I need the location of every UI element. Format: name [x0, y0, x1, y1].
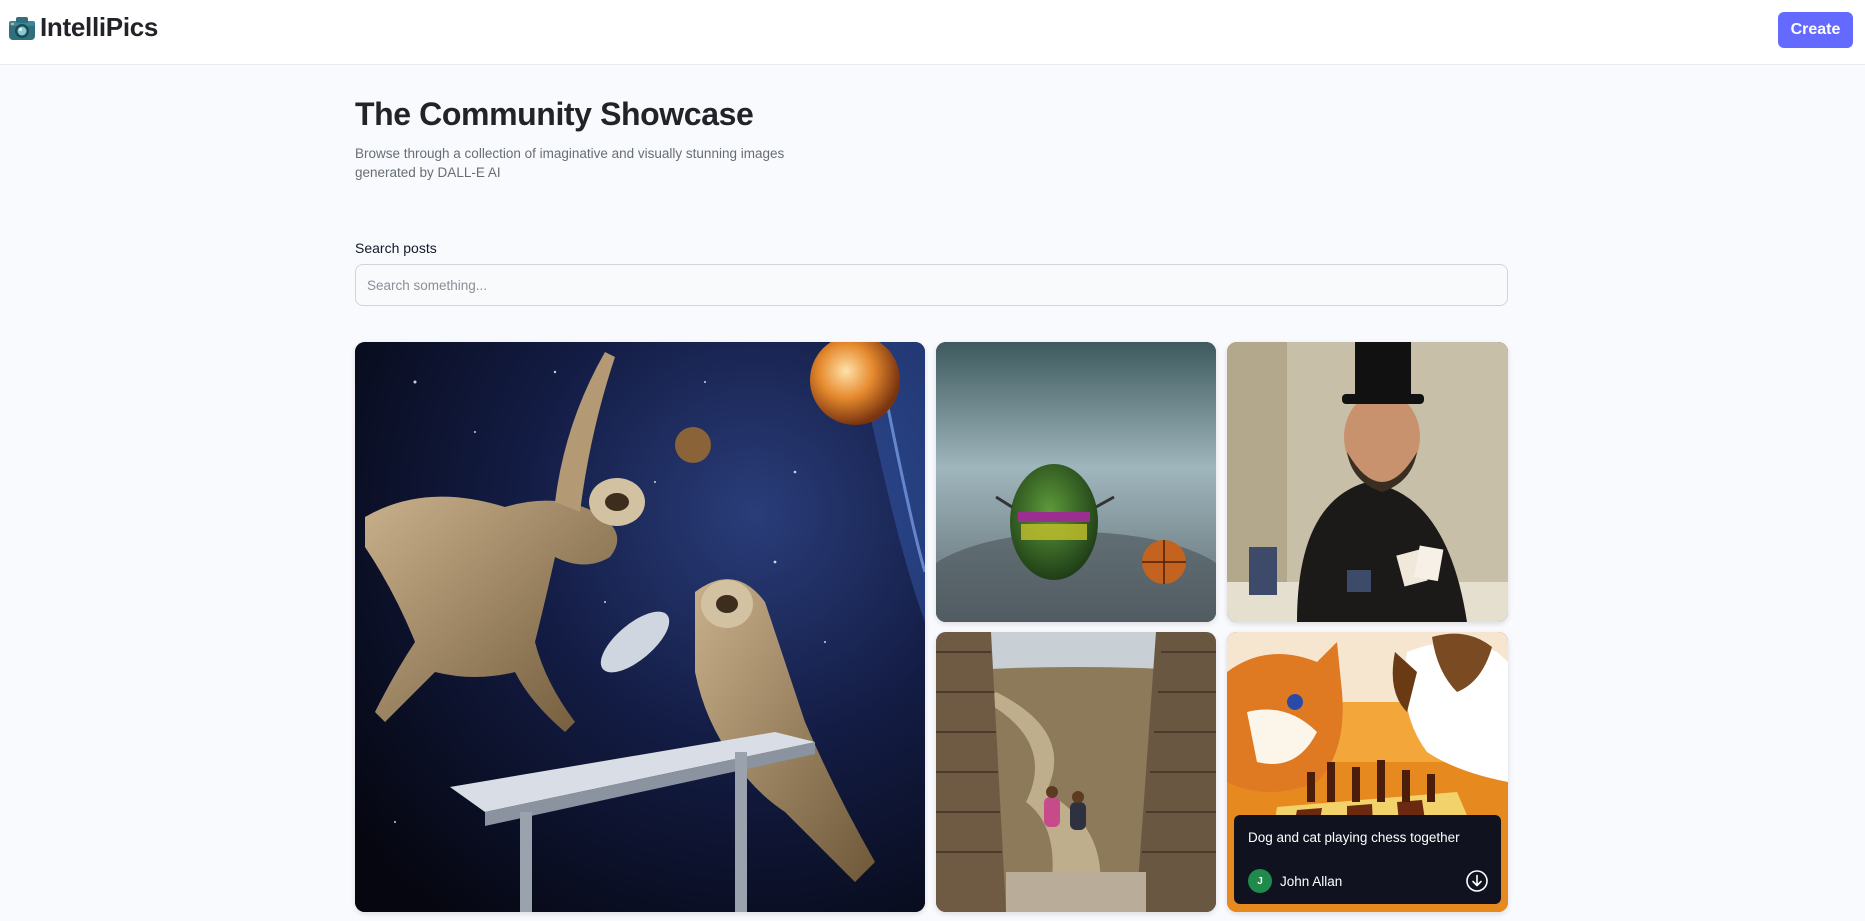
- logo-text: IntelliPics: [40, 12, 159, 42]
- post-prompt: Dog and cat playing chess together: [1248, 830, 1460, 845]
- post-meta: J John Allan: [1248, 868, 1489, 894]
- create-button[interactable]: Create: [1778, 12, 1853, 48]
- post-image: [936, 632, 1216, 912]
- post-card[interactable]: [355, 342, 925, 912]
- author-name: John Allan: [1280, 873, 1343, 889]
- post-image: [936, 342, 1216, 622]
- page-subtitle: Browse through a collection of imaginati…: [355, 146, 785, 180]
- search-input[interactable]: [355, 264, 1508, 306]
- post-card[interactable]: Dog and cat playing chess together J Joh…: [1227, 632, 1508, 912]
- camera-logo-icon: [9, 16, 35, 40]
- page-title: The Community Showcase: [355, 96, 754, 132]
- author-avatar: J: [1248, 869, 1272, 893]
- post-card[interactable]: [1227, 342, 1508, 622]
- logo[interactable]: IntelliPics: [7, 12, 158, 43]
- post-card[interactable]: [936, 342, 1216, 622]
- download-icon[interactable]: [1465, 869, 1489, 893]
- post-image: [355, 342, 925, 912]
- post-card[interactable]: [936, 632, 1216, 912]
- post-info-overlay: Dog and cat playing chess together J Joh…: [1234, 815, 1501, 904]
- search-label: Search posts: [355, 240, 437, 256]
- post-author: J John Allan: [1248, 869, 1342, 893]
- post-image: [1227, 342, 1508, 622]
- top-nav: IntelliPics Create: [0, 0, 1865, 65]
